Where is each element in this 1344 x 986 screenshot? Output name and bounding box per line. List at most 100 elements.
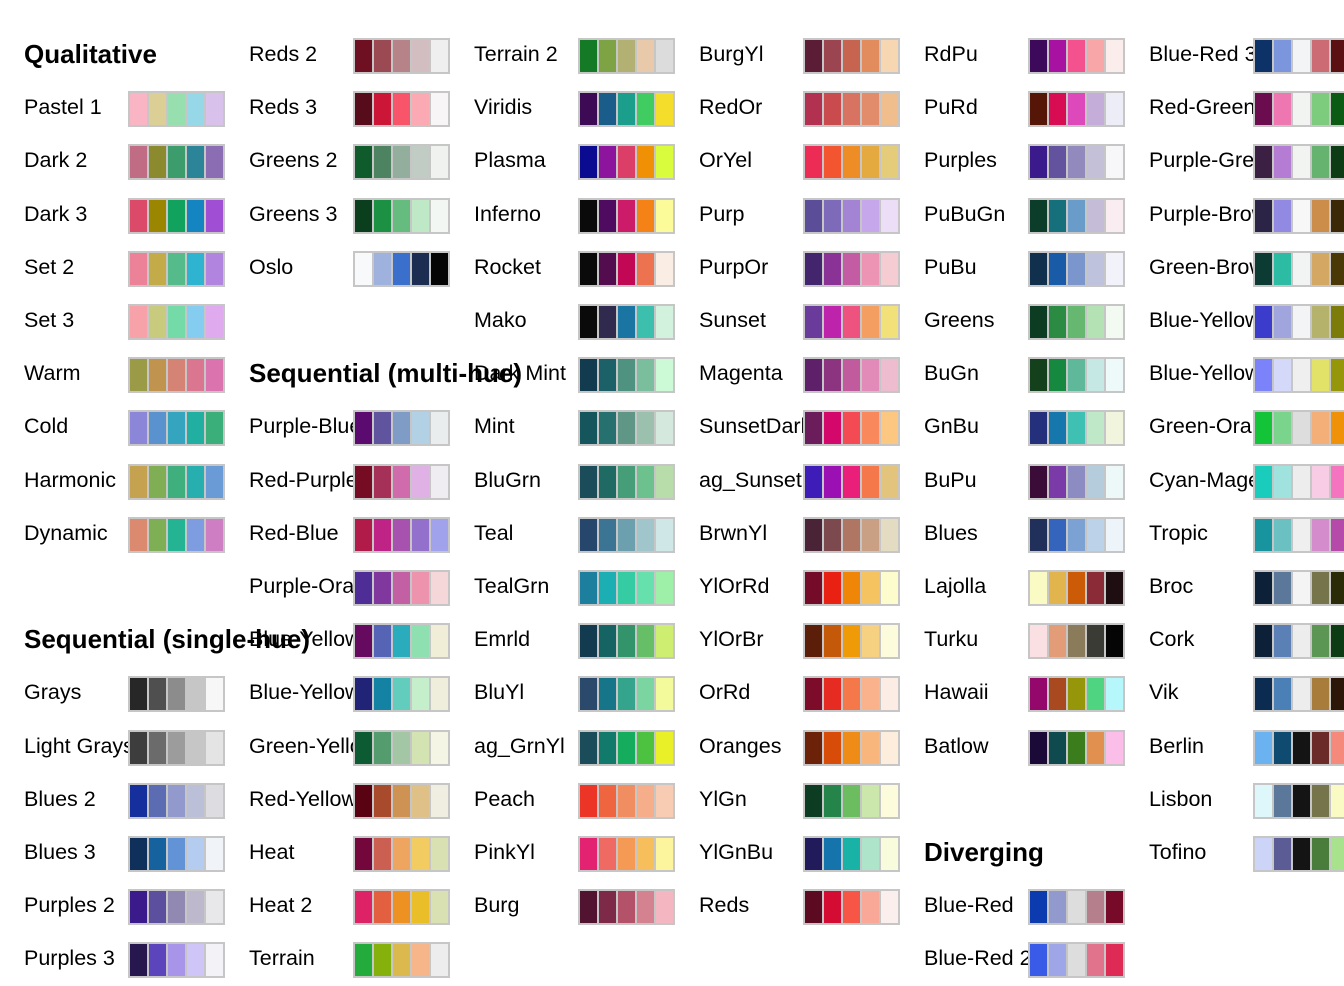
swatch-inferno-0[interactable] bbox=[580, 199, 597, 232]
swatch-strip-emrld[interactable] bbox=[578, 623, 675, 660]
swatch-strip-gnbu[interactable] bbox=[1028, 410, 1125, 447]
swatch-teal-1[interactable] bbox=[599, 518, 616, 551]
swatch-oranges-0[interactable] bbox=[805, 731, 822, 764]
palette-row[interactable]: Tropic bbox=[1125, 507, 1344, 560]
swatch-green-brown-2[interactable] bbox=[1293, 252, 1310, 285]
swatch-dark-3-1[interactable] bbox=[149, 199, 166, 232]
swatch-rdpu-4[interactable] bbox=[1106, 40, 1123, 72]
swatch-vik-4[interactable] bbox=[1331, 678, 1344, 711]
swatch-blue-yellow-0[interactable] bbox=[1255, 306, 1272, 338]
swatch-blue-yellow-2-0[interactable] bbox=[1255, 359, 1272, 392]
palette-row[interactable]: PuRd bbox=[900, 81, 1125, 134]
swatch-rdpu-2[interactable] bbox=[1068, 40, 1085, 72]
swatch-strip-pubugn[interactable] bbox=[1028, 197, 1125, 234]
swatch-strip-grays[interactable] bbox=[128, 676, 225, 713]
swatch-harmonic-4[interactable] bbox=[206, 465, 223, 498]
swatch-warm-3[interactable] bbox=[187, 359, 204, 392]
swatch-light-grays-2[interactable] bbox=[168, 731, 185, 764]
swatch-pastel-1-1[interactable] bbox=[149, 93, 166, 126]
swatch-purples-3-3[interactable] bbox=[187, 944, 204, 977]
palette-row[interactable]: Peach bbox=[450, 773, 675, 826]
swatch-cyan-magenta-2[interactable] bbox=[1293, 465, 1310, 498]
palette-row[interactable]: Blue-Yellow 2 bbox=[225, 666, 450, 719]
swatch-purpor-3[interactable] bbox=[862, 252, 879, 285]
swatch-strip-dark-2[interactable] bbox=[128, 144, 225, 181]
swatch-dynamic-2[interactable] bbox=[168, 518, 185, 551]
swatch-blues-2-3[interactable] bbox=[187, 784, 204, 817]
swatch-strip-magenta[interactable] bbox=[803, 357, 900, 394]
palette-row[interactable]: Green-Yellow bbox=[225, 720, 450, 773]
swatch-blue-red-2-0[interactable] bbox=[1030, 944, 1047, 977]
palette-row[interactable]: Burg bbox=[450, 879, 675, 932]
swatch-purp-4[interactable] bbox=[881, 199, 898, 232]
swatch-burg-0[interactable] bbox=[580, 891, 597, 924]
swatch-magenta-1[interactable] bbox=[824, 359, 841, 392]
swatch-gnbu-3[interactable] bbox=[1087, 412, 1104, 445]
swatch-viridis-3[interactable] bbox=[637, 93, 654, 126]
palette-row[interactable]: Purp bbox=[675, 188, 900, 241]
palette-row[interactable]: PuBu bbox=[900, 241, 1125, 294]
palette-row[interactable]: Light Grays bbox=[0, 720, 225, 773]
swatch-strip-pinkyl[interactable] bbox=[578, 836, 675, 872]
swatch-blue-red-3-3[interactable] bbox=[1312, 40, 1329, 72]
swatch-orrd-2[interactable] bbox=[843, 678, 860, 711]
swatch-strip-cyan-magenta[interactable] bbox=[1253, 463, 1344, 500]
swatch-ylgn-0[interactable] bbox=[805, 784, 822, 817]
swatch-pastel-1-3[interactable] bbox=[187, 93, 204, 126]
swatch-warm-1[interactable] bbox=[149, 359, 166, 392]
swatch-bugn-1[interactable] bbox=[1049, 359, 1066, 392]
swatch-dynamic-3[interactable] bbox=[187, 518, 204, 551]
swatch-vik-3[interactable] bbox=[1312, 678, 1329, 711]
swatch-blugrn-4[interactable] bbox=[656, 465, 673, 498]
swatch-red-blue-1[interactable] bbox=[374, 518, 391, 551]
swatch-strip-blues-2[interactable] bbox=[128, 782, 225, 819]
swatch-dark-mint-0[interactable] bbox=[580, 359, 597, 392]
swatch-blues-3-0[interactable] bbox=[130, 838, 147, 870]
swatch-sunset-0[interactable] bbox=[805, 306, 822, 338]
swatch-gnbu-0[interactable] bbox=[1030, 412, 1047, 445]
swatch-red-green-2[interactable] bbox=[1293, 93, 1310, 126]
swatch-blue-red-2-2[interactable] bbox=[1068, 944, 1085, 977]
swatch-strip-teal[interactable] bbox=[578, 516, 675, 553]
swatch-bupu-3[interactable] bbox=[1087, 465, 1104, 498]
swatch-set-3-1[interactable] bbox=[149, 306, 166, 338]
swatch-reds-3-2[interactable] bbox=[393, 93, 410, 126]
swatch-grays-4[interactable] bbox=[206, 678, 223, 711]
palette-row[interactable]: Hawaii bbox=[900, 666, 1125, 719]
swatch-mako-4[interactable] bbox=[656, 306, 673, 338]
swatch-strip-purpor[interactable] bbox=[803, 250, 900, 287]
swatch-blues-2-4[interactable] bbox=[206, 784, 223, 817]
swatch-cyan-magenta-3[interactable] bbox=[1312, 465, 1329, 498]
swatch-dark-3-3[interactable] bbox=[187, 199, 204, 232]
swatch-greens-2-2[interactable] bbox=[393, 146, 410, 179]
swatch-harmonic-1[interactable] bbox=[149, 465, 166, 498]
swatch-red-blue-2[interactable] bbox=[393, 518, 410, 551]
swatch-pubu-1[interactable] bbox=[1049, 252, 1066, 285]
swatch-broc-0[interactable] bbox=[1255, 572, 1272, 604]
swatch-mako-0[interactable] bbox=[580, 306, 597, 338]
swatch-lisbon-1[interactable] bbox=[1274, 784, 1291, 817]
swatch-reds-2-0[interactable] bbox=[355, 40, 372, 72]
swatch-bupu-1[interactable] bbox=[1049, 465, 1066, 498]
swatch-terrain-2-3[interactable] bbox=[637, 40, 654, 72]
swatch-lajolla-4[interactable] bbox=[1106, 572, 1123, 604]
swatch-terrain-3[interactable] bbox=[412, 944, 429, 977]
swatch-emrld-2[interactable] bbox=[618, 625, 635, 658]
palette-row[interactable]: Mako bbox=[450, 294, 675, 347]
swatch-plasma-1[interactable] bbox=[599, 146, 616, 179]
swatch-heat-2-1[interactable] bbox=[374, 891, 391, 924]
swatch-purple-blue-1[interactable] bbox=[374, 412, 391, 445]
swatch-red-yellow-2[interactable] bbox=[393, 784, 410, 817]
swatch-purple-orange-4[interactable] bbox=[431, 572, 448, 604]
swatch-red-purple-4[interactable] bbox=[431, 465, 448, 498]
swatch-greens-2-3[interactable] bbox=[412, 146, 429, 179]
swatch-mint-3[interactable] bbox=[637, 412, 654, 445]
swatch-ylorbr-1[interactable] bbox=[824, 625, 841, 658]
swatch-purd-2[interactable] bbox=[1068, 93, 1085, 126]
swatch-grays-1[interactable] bbox=[149, 678, 166, 711]
swatch-teal-3[interactable] bbox=[637, 518, 654, 551]
swatch-strip-brwnyl[interactable] bbox=[803, 516, 900, 553]
swatch-strip-berlin[interactable] bbox=[1253, 729, 1344, 766]
swatch-ag-grnyl-2[interactable] bbox=[618, 731, 635, 764]
swatch-strip-red-blue[interactable] bbox=[353, 516, 450, 553]
